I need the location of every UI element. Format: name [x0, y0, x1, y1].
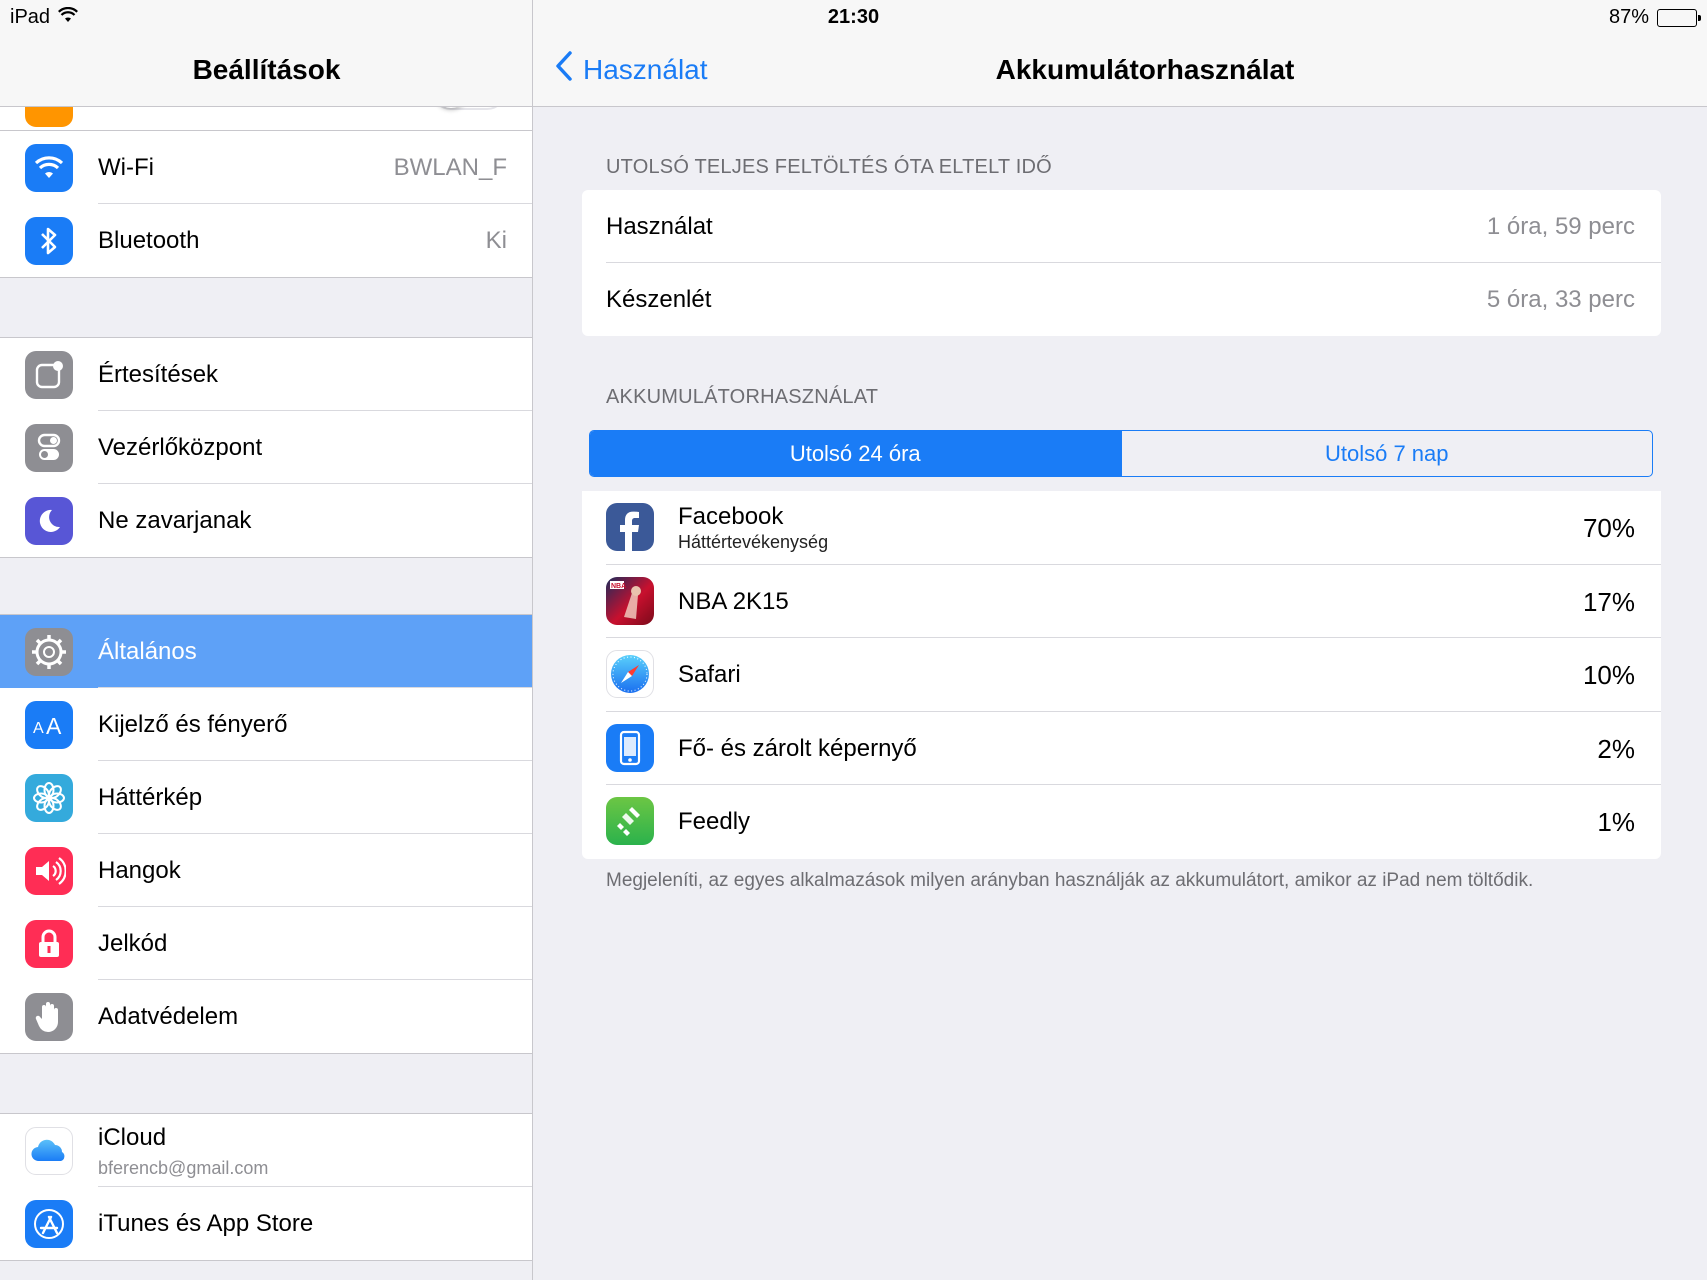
sidebar-item-bluetooth[interactable]: Bluetooth Ki — [0, 204, 532, 277]
app-name: Safari — [678, 661, 741, 688]
app-usage-row-nba-2k15: NBA NBA 2K15 17% — [582, 565, 1661, 638]
feedly-icon — [606, 797, 654, 845]
sidebar-item-wallpaper[interactable]: Háttérkép — [0, 761, 532, 834]
sidebar-item-privacy[interactable]: Adatvédelem — [0, 980, 532, 1053]
standby-row-value: 5 óra, 33 perc — [1486, 285, 1635, 313]
app-usage-percent: 70% — [1582, 513, 1635, 543]
cloud-icon — [25, 1126, 73, 1175]
sidebar-item-passcode[interactable]: Jelkód — [0, 907, 532, 980]
sidebar-item-do-not-disturb[interactable]: Ne zavarjanak — [0, 484, 532, 557]
app-usage-list: Facebook Háttértevékenység 70% NBA NBA 2… — [582, 491, 1661, 859]
svg-text:NBA: NBA — [611, 583, 626, 590]
svg-text:A: A — [33, 720, 44, 737]
lock-icon — [25, 919, 73, 968]
usage-row: Használat 1 óra, 59 perc — [582, 190, 1661, 263]
app-store-icon — [25, 1199, 73, 1248]
sidebar-item-notifications[interactable]: Értesítések — [0, 338, 532, 411]
sidebar-item-icloud[interactable]: iCloud bferencb@gmail.com — [0, 1114, 532, 1187]
hand-icon — [25, 992, 73, 1041]
app-name: Fő- és zárolt képernyő — [678, 734, 917, 762]
usage-row-label: Használat — [606, 212, 713, 240]
facebook-icon — [606, 503, 654, 551]
page-title: Akkumulátorhasználat — [995, 54, 1295, 85]
sidebar-item-label: Általános — [98, 637, 197, 665]
flower-icon — [25, 773, 73, 822]
moon-icon — [25, 496, 73, 545]
battery-usage-panel: Használat Akkumulátorhasználat UTOLSÓ TE… — [533, 0, 1707, 1280]
settings-group-connectivity: Wi-Fi BWLAN_F Bluetooth Ki — [0, 131, 532, 278]
segment-last-24-hours[interactable]: Utolsó 24 óra — [590, 431, 1121, 476]
nba-2k15-icon: NBA — [606, 576, 654, 625]
wifi-network-value: BWLAN_F — [393, 153, 507, 181]
time-range-segmented-control: Utolsó 24 óra Utolsó 7 nap — [589, 430, 1653, 477]
section-header-battery-usage: AKKUMULÁTORHASZNÁLAT — [606, 386, 879, 408]
sidebar-item-label: iCloud — [98, 1124, 167, 1151]
svg-text:A: A — [46, 713, 62, 737]
status-bar: iPad 21:30 87% — [0, 0, 1707, 34]
app-usage-percent: 1% — [1597, 807, 1635, 837]
segment-last-7-days[interactable]: Utolsó 7 nap — [1120, 431, 1653, 476]
app-usage-row-facebook: Facebook Háttértevékenység 70% — [582, 491, 1661, 565]
status-battery: 87% — [1608, 6, 1701, 29]
battery-usage-footnote: Megjeleníti, az egyes alkalmazások milye… — [606, 870, 1534, 891]
safari-icon — [606, 650, 654, 698]
section-header-since-charge: UTOLSÓ TELJES FELTÖLTÉS ÓTA ELTELT IDŐ — [606, 156, 1052, 178]
sidebar-item-label: Háttérkép — [98, 783, 203, 811]
app-usage-percent: 2% — [1597, 733, 1635, 764]
sidebar-item-wifi[interactable]: Wi-Fi BWLAN_F — [0, 131, 532, 204]
sidebar-item-label: Jelkód — [98, 929, 168, 957]
sidebar-item-label: Adatvédelem — [98, 1002, 239, 1030]
icloud-account-email: bferencb@gmail.com — [98, 1158, 269, 1178]
bluetooth-icon — [25, 216, 73, 265]
sidebar-item-label: iTunes és App Store — [98, 1209, 314, 1237]
settings-group-notifications: Értesítések Vezérlőközpont Ne zavarjanak — [0, 337, 532, 558]
app-usage-row-home-lock-screen: Fő- és zárolt képernyő 2% — [582, 712, 1661, 785]
app-usage-row-feedly: Feedly 1% — [582, 785, 1661, 859]
usage-row-value: 1 óra, 59 perc — [1486, 212, 1635, 240]
app-name: NBA 2K15 — [678, 587, 789, 615]
text-size-icon: AA — [25, 700, 73, 749]
settings-app: iPad 21:30 87% Beállítások Wi-Fi BWLAN_F… — [0, 0, 1707, 1280]
app-name: Feedly — [678, 808, 751, 835]
speaker-icon — [25, 846, 73, 895]
control-center-icon — [25, 423, 73, 472]
app-name: Facebook — [678, 503, 784, 530]
gear-icon — [25, 627, 73, 676]
app-activity-note: Háttértevékenység — [678, 532, 829, 552]
standby-row: Készenlét 5 óra, 33 perc — [582, 263, 1661, 336]
wifi-icon — [25, 143, 73, 192]
usage-time-card: Használat 1 óra, 59 perc Készenlét 5 óra… — [582, 190, 1661, 336]
settings-group-accounts: iCloud bferencb@gmail.com iTunes és App … — [0, 1113, 532, 1261]
standby-row-label: Készenlét — [606, 285, 712, 313]
settings-sidebar: Beállítások Wi-Fi BWLAN_F Bluetooth Ki É… — [0, 0, 533, 1280]
home-lock-screen-icon — [606, 723, 654, 772]
sidebar-item-label: Hangok — [98, 856, 181, 884]
app-usage-row-safari: Safari 10% — [582, 638, 1661, 712]
battery-percent: 87% — [1608, 6, 1649, 28]
sidebar-item-display-brightness[interactable]: AA Kijelző és fényerő — [0, 688, 532, 761]
app-usage-percent: 10% — [1582, 660, 1635, 690]
sidebar-item-label: Értesítések — [98, 360, 219, 388]
sidebar-item-itunes-app-store[interactable]: iTunes és App Store — [0, 1187, 532, 1260]
battery-icon — [1657, 8, 1701, 27]
sidebar-title: Beállítások — [192, 54, 341, 85]
sidebar-item-label: Bluetooth — [98, 226, 200, 254]
sidebar-item-control-center[interactable]: Vezérlőközpont — [0, 411, 532, 484]
status-time: 21:30 — [827, 6, 880, 28]
sidebar-item-label: Vezérlőközpont — [98, 433, 263, 461]
settings-group-general: Általános AA Kijelző és fényerő Háttérké… — [0, 614, 532, 1054]
bluetooth-status-value: Ki — [485, 226, 507, 254]
app-usage-percent: 17% — [1582, 586, 1635, 617]
sidebar-item-general[interactable]: Általános — [0, 615, 532, 688]
notifications-icon — [25, 350, 73, 399]
sidebar-item-sounds[interactable]: Hangok — [0, 834, 532, 907]
sidebar-item-label: Kijelző és fényerő — [98, 710, 288, 738]
sidebar-item-label: Ne zavarjanak — [98, 506, 252, 534]
sidebar-item-label: Wi-Fi — [98, 153, 154, 181]
